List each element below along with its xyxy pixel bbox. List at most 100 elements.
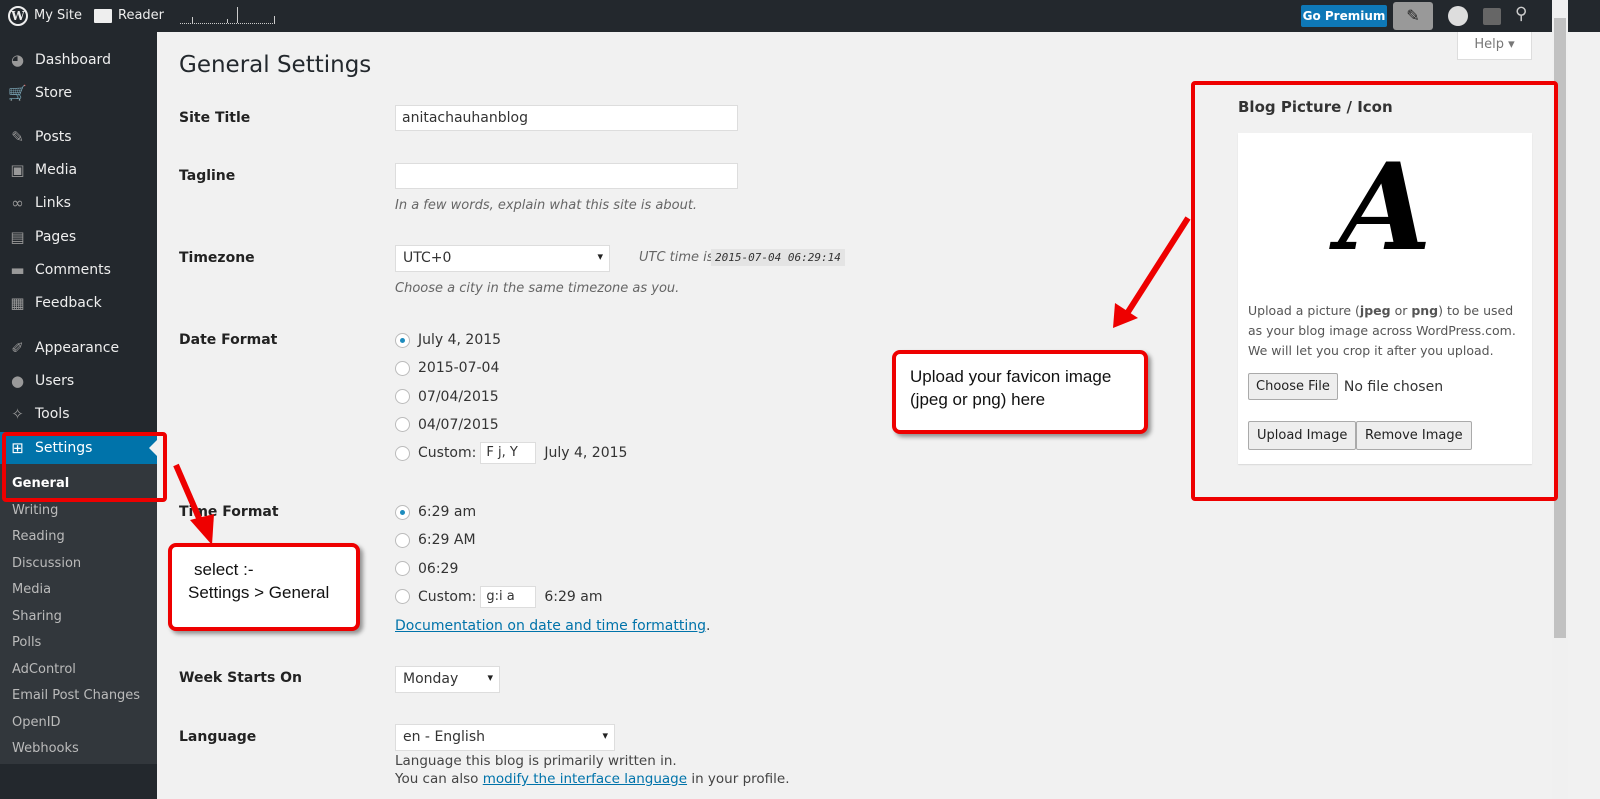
store-icon: 🛒	[8, 84, 27, 102]
search-icon[interactable]: ⚲	[1515, 4, 1527, 24]
timezone-description: Choose a city in the same timezone as yo…	[395, 281, 680, 296]
page-title: General Settings	[179, 52, 372, 78]
sidebar-item-label: Appearance	[35, 340, 120, 356]
time-format-option[interactable]: 06:29	[395, 561, 458, 577]
sidebar-item-label: Store	[35, 85, 73, 101]
utc-time-value: 2015-07-04 06:29:14	[711, 249, 845, 266]
reader-label: Reader	[118, 8, 165, 23]
sidebar-item-label: Comments	[35, 262, 111, 278]
submenu-item-email-post-changes[interactable]: Email Post Changes	[12, 688, 140, 703]
radio-button[interactable]	[395, 360, 410, 376]
submenu-item-sharing[interactable]: Sharing	[12, 609, 62, 624]
feedback-icon: ▦	[10, 294, 25, 312]
sidebar-item-label: Posts	[35, 129, 72, 145]
reader-link[interactable]: Reader	[94, 0, 164, 32]
submenu-item-polls[interactable]: Polls	[12, 635, 41, 650]
radio-button[interactable]	[395, 417, 410, 433]
option-label: 06:29	[418, 560, 459, 577]
time-format-option[interactable]: 6:29 AM	[395, 532, 476, 548]
reader-icon	[94, 9, 112, 23]
radio-button[interactable]	[395, 445, 410, 461]
option-label: 07/04/2015	[418, 388, 499, 405]
sidebar-item-media[interactable]: ▣ Media	[0, 154, 157, 186]
help-label: Help	[1474, 37, 1504, 52]
submenu-item-openid[interactable]: OpenID	[12, 715, 61, 730]
sidebar-item-appearance[interactable]: ✐ Appearance	[0, 332, 157, 364]
admin-bar: W My Site Reader Go Premium ✎ ⚲	[0, 0, 1600, 32]
radio-button[interactable]	[395, 332, 410, 348]
sidebar-item-links[interactable]: ∞ Links	[0, 187, 157, 219]
option-label: 2015-07-04	[418, 360, 500, 377]
time-format-label: Time Format	[179, 504, 279, 520]
week-starts-label: Week Starts On	[179, 670, 303, 686]
date-format-option[interactable]: 07/04/2015	[395, 389, 499, 405]
option-label: 04/07/2015	[418, 416, 499, 433]
my-site-label: My Site	[34, 8, 83, 23]
timezone-label: Timezone	[179, 250, 255, 266]
note-post: in your profile.	[687, 771, 790, 787]
sidebar-item-tools[interactable]: ✧ Tools	[0, 398, 157, 430]
pages-icon: ▤	[10, 228, 25, 246]
note-line: Settings > General	[188, 582, 330, 602]
submenu-item-webhooks[interactable]: Webhooks	[12, 741, 79, 756]
radio-button[interactable]	[395, 561, 410, 577]
radio-button[interactable]	[395, 589, 410, 605]
go-premium-button[interactable]: Go Premium	[1301, 5, 1387, 27]
settings-highlight-box	[2, 432, 167, 502]
time-format-custom-option[interactable]: Custom: g:i a 6:29 am	[395, 585, 602, 608]
posts-icon: ✎	[11, 128, 24, 146]
week-starts-select[interactable]: Monday	[395, 666, 500, 693]
documentation-link[interactable]: Documentation on date and time formattin…	[395, 618, 706, 634]
custom-format-input[interactable]: g:i a	[480, 585, 537, 608]
blog-picture-highlight-box	[1191, 81, 1558, 501]
appearance-icon: ✐	[11, 339, 24, 357]
sidebar-item-feedback[interactable]: ▦ Feedback	[0, 287, 157, 319]
submenu-item-writing[interactable]: Writing	[12, 503, 58, 518]
timezone-select[interactable]: UTC+0	[395, 245, 610, 272]
tagline-description: In a few words, explain what this site i…	[395, 198, 698, 213]
sidebar-item-comments[interactable]: ▬ Comments	[0, 254, 157, 286]
media-icon: ▣	[10, 161, 25, 179]
submenu-item-media[interactable]: Media	[12, 582, 51, 597]
sidebar-item-label: Tools	[35, 406, 70, 422]
custom-label: Custom:	[418, 588, 477, 605]
date-format-option[interactable]: 04/07/2015	[395, 417, 499, 433]
language-profile-note: You can also modify the interface langua…	[395, 771, 790, 787]
doc-link-line: Documentation on date and time formattin…	[395, 618, 710, 634]
submenu-item-discussion[interactable]: Discussion	[12, 556, 81, 571]
site-title-input[interactable]: anitachauhanblog	[395, 105, 738, 131]
sidebar-item-posts[interactable]: ✎ Posts	[0, 121, 157, 153]
custom-preview: July 4, 2015	[544, 445, 628, 462]
stats-sparkline	[180, 6, 275, 24]
new-post-icon[interactable]: ✎	[1393, 2, 1433, 30]
help-button[interactable]: Help ▾	[1457, 32, 1532, 60]
sidebar-item-label: Feedback	[35, 295, 102, 311]
tagline-input[interactable]	[395, 163, 738, 189]
sidebar-item-store[interactable]: 🛒 Store	[0, 77, 157, 109]
submenu-item-adcontrol[interactable]: AdControl	[12, 662, 76, 677]
submenu-item-reading[interactable]: Reading	[12, 529, 65, 544]
date-format-option[interactable]: 2015-07-04	[395, 360, 499, 376]
avatar[interactable]	[1448, 6, 1468, 26]
radio-button[interactable]	[395, 389, 410, 405]
sidebar-item-dashboard[interactable]: ◕ Dashboard	[0, 44, 157, 76]
links-icon: ∞	[11, 194, 24, 212]
option-label: July 4, 2015	[418, 332, 502, 348]
sidebar-item-pages[interactable]: ▤ Pages	[0, 221, 157, 253]
custom-format-input[interactable]: F j, Y	[480, 442, 537, 465]
users-icon: ●	[10, 372, 25, 390]
sidebar-item-label: Pages	[35, 229, 77, 245]
date-format-option[interactable]: July 4, 2015	[395, 332, 501, 348]
date-format-custom-option[interactable]: Custom: F j, Y July 4, 2015	[395, 442, 628, 465]
sidebar-item-users[interactable]: ● Users	[0, 365, 157, 397]
language-select[interactable]: en - English	[395, 724, 615, 751]
wordpress-logo-icon: W	[8, 6, 28, 26]
my-site-link[interactable]: W My Site	[8, 0, 82, 32]
tagline-label: Tagline	[179, 168, 236, 184]
radio-button[interactable]	[395, 532, 410, 548]
time-format-option[interactable]: 6:29 am	[395, 504, 476, 520]
radio-button[interactable]	[395, 504, 410, 520]
notifications-icon[interactable]	[1483, 8, 1501, 25]
language-label: Language	[179, 729, 257, 745]
modify-interface-language-link[interactable]: modify the interface language	[483, 771, 687, 787]
